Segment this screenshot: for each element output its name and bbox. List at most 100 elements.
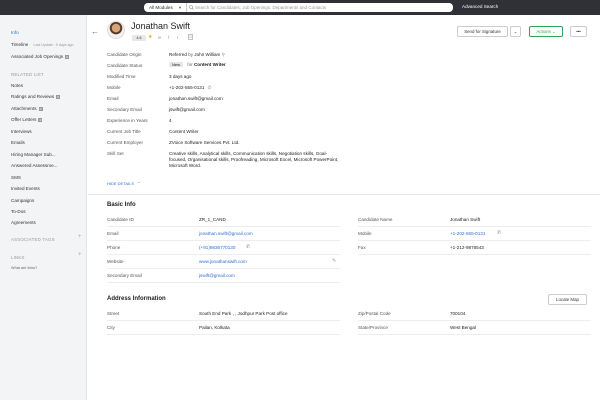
person-search-icon[interactable]: ⚲ (222, 52, 225, 57)
search-input[interactable] (195, 3, 445, 12)
timeline-last-update: Last Update : 5 days ago (33, 43, 74, 47)
modified-time-value: 3 days ago (169, 74, 192, 79)
count-badge: 0 (38, 106, 43, 111)
search-icon (189, 5, 194, 10)
sidebar-item-todos[interactable]: To-Dos (11, 209, 26, 214)
sidebar-item-label: Emails (11, 140, 25, 145)
signature-dropdown-button[interactable]: ⌄ (510, 26, 521, 37)
global-search[interactable] (186, 3, 453, 12)
sidebar-item-notes[interactable]: Notes (11, 83, 23, 88)
hide-details-label: HIDE DETAILS (107, 181, 135, 186)
sidebar-item-campaigns[interactable]: Campaigns (11, 198, 34, 203)
add-tag-icon[interactable]: + (78, 234, 82, 240)
state-value: West Bengal (450, 325, 476, 330)
zip-label: Zip/Postal Code (358, 311, 391, 316)
candidate-name-label: Candidate Name (358, 217, 393, 222)
fax-value: +1-212-9876543 (450, 245, 484, 250)
send-for-signature-button[interactable]: Send for Signature (457, 26, 508, 37)
sidebar-item-invited-events[interactable]: Invited Events (11, 186, 40, 191)
hide-details-link[interactable]: HIDE DETAILS ⌃ (107, 181, 141, 186)
secondary-email-label: Secondary Email (107, 273, 142, 278)
row-line (107, 226, 340, 227)
phone-icon[interactable]: ✆ (497, 230, 501, 236)
more-options-button[interactable]: ••• (570, 26, 587, 37)
website-label: Website (107, 259, 124, 264)
candidate-id-label: Candidate ID (107, 217, 134, 222)
sidebar-item-ratings[interactable]: Ratings and Reviews 0 (11, 94, 61, 99)
edit-pencil-icon[interactable]: ✎ (332, 258, 336, 264)
website-value[interactable]: www.jonathanswift.com (199, 259, 247, 264)
email-label: Email (107, 96, 119, 101)
mobile-label: Mobile (107, 85, 121, 90)
sidebar-item-label: Notes (11, 83, 24, 88)
links-heading: LINKS (11, 255, 25, 260)
what-are-links-link[interactable]: What are links? (11, 266, 37, 270)
secondary-email-value[interactable]: jswift@gmail.com (169, 107, 205, 112)
star-icon: ★ (148, 34, 153, 40)
facebook-icon[interactable]: f (168, 35, 169, 40)
back-arrow-icon[interactable]: ← (91, 27, 99, 36)
sidebar-item-offer-letters[interactable]: Offer Letters 0 (11, 117, 43, 122)
phone-icon[interactable]: ✆ (246, 244, 250, 250)
status-badge: New (169, 62, 184, 67)
origin-referrer: John William (194, 52, 221, 57)
secondary-email-value[interactable]: jswift@gmail.com (199, 273, 235, 278)
associated-tags-heading: ASSOCIATED TAGS (11, 237, 55, 242)
state-label: State/Province (358, 325, 388, 330)
current-employer-label: Current Employer (107, 140, 143, 145)
count-badge: 0 (38, 117, 43, 122)
sidebar-item-associated-job-openings[interactable]: Associated Job Openings 0 (11, 54, 70, 59)
candidate-origin-label: Candidate Origin (107, 52, 142, 57)
sidebar-item-info[interactable]: Info (11, 30, 19, 35)
mobile-value: +1-202-555-0131 ✆ (169, 85, 212, 91)
sidebar-item-sms[interactable]: SMS (11, 175, 21, 180)
zip-value: 700104 (450, 311, 466, 316)
current-job-title-value: Content Writer (169, 129, 199, 134)
document-icon[interactable] (188, 34, 193, 40)
mobile-number: +1-202-555-0131 (169, 85, 205, 90)
candidate-status-value: New for Content Writer (169, 62, 226, 67)
count-badge: 0 (65, 54, 70, 59)
row-line (107, 268, 340, 269)
locate-map-button[interactable]: Locate Map (548, 294, 587, 305)
street-value: South End Park , , Jodhpur Park Post off… (199, 311, 288, 316)
email-value[interactable]: jonathan.swift@gmail.com (169, 96, 223, 101)
sidebar-item-label: Agreements (11, 220, 36, 225)
status-for: for (187, 62, 193, 67)
divider (88, 194, 600, 195)
avatar (107, 21, 125, 39)
current-job-title-label: Current Job Title (107, 129, 141, 134)
phone-icon[interactable]: ✆ (208, 85, 212, 90)
row-line (107, 282, 340, 283)
add-link-icon[interactable]: + (78, 252, 82, 258)
sidebar-item-label: SMS (11, 175, 21, 180)
sidebar-item-agreements[interactable]: Agreements (11, 220, 36, 225)
mobile-value[interactable]: +1-202-555-0131 (450, 231, 485, 236)
sidebar-item-attachments[interactable]: Attachments 0 (11, 106, 43, 111)
sidebar-item-emails[interactable]: Emails (11, 140, 25, 145)
phone-value[interactable]: (+91)9836770130 (199, 245, 235, 250)
phone-label: Phone (107, 245, 121, 250)
linkedin-icon[interactable]: in (158, 35, 161, 40)
main-content: ← Jonathan Swift 4.6 ★ in f t Send for S… (88, 15, 600, 400)
twitter-icon[interactable]: t (177, 35, 178, 40)
row-line (358, 254, 591, 255)
chevron-down-icon: ▼ (178, 5, 182, 10)
candidate-id-value: ZR_1_CAND (199, 217, 226, 222)
sidebar-item-timeline[interactable]: Timeline Last Update : 5 days ago (11, 42, 73, 47)
mobile-label: Mobile (358, 231, 372, 236)
actions-button[interactable]: Actions ⌄ (529, 26, 563, 37)
sidebar: Info Timeline Last Update : 5 days ago A… (0, 15, 87, 400)
sidebar-item-label: Campaigns (11, 198, 35, 203)
candidate-name-value: Jonathan Swift (450, 217, 481, 222)
origin-by: by (188, 52, 194, 57)
module-select[interactable]: All Modules ▼ (144, 3, 186, 12)
advanced-search-link[interactable]: Advanced Search (462, 4, 498, 9)
email-value[interactable]: jonathan.swift@gmail.com (199, 231, 253, 236)
sidebar-item-hiring-manager[interactable]: Hiring Manager Sub... (11, 152, 56, 157)
row-line (107, 254, 340, 255)
sidebar-item-label: Invited Events (11, 186, 40, 191)
skill-set-value: Creative skills, Analytical skills, Comm… (169, 151, 339, 168)
sidebar-item-interviews[interactable]: Interviews (11, 129, 32, 134)
sidebar-item-answered-assessments[interactable]: Answered Assessme... (11, 163, 57, 168)
